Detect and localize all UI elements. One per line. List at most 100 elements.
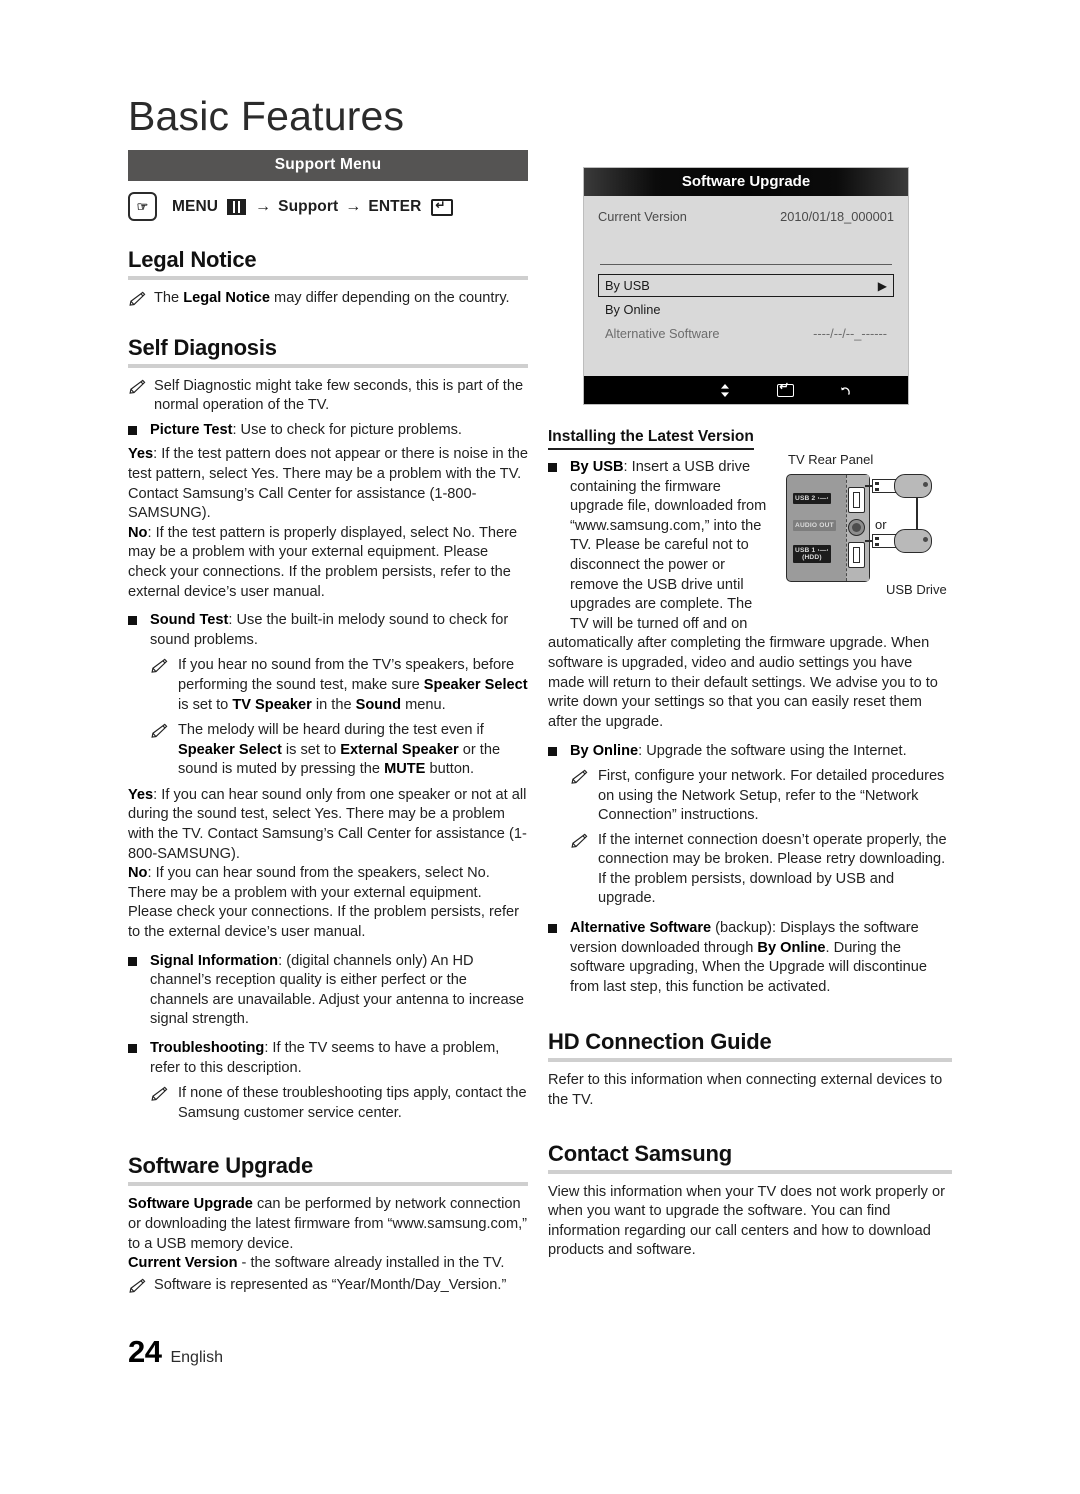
section-legal-notice: Legal Notice The Legal Notice may differ… — [128, 247, 528, 309]
picture-test-yes-label: Yes — [128, 446, 154, 463]
osd-item-alternative-software-value: ----/--/--_------ — [813, 326, 887, 341]
picture-test-yes-text: : If the test pattern does not appear or… — [128, 446, 528, 522]
osd-item-by-online[interactable]: By Online — [598, 298, 894, 321]
note-self-diagnostic-text: Self Diagnostic might take few seconds, … — [154, 377, 524, 414]
heading-self-diagnosis: Self Diagnosis — [128, 334, 277, 360]
osd-hint-enter[interactable]: Enter — [776, 382, 827, 397]
page-footer: 24 English — [128, 1334, 223, 1370]
osd-current-version-row: Current Version 2010/01/18_000001 — [584, 196, 908, 224]
page-language: English — [170, 1349, 223, 1366]
pencil-note-icon — [150, 1084, 178, 1123]
sound-test-no: No: If you can hear sound from the speak… — [128, 864, 528, 942]
heading-legal-notice: Legal Notice — [128, 247, 257, 272]
enter-key-icon — [776, 382, 794, 397]
by-usb-text: : Insert a USB drive containing the firm… — [570, 459, 767, 632]
osd-item-by-usb-label: By USB — [605, 278, 650, 293]
note-sound-2-text: The melody will be heard during the test… — [178, 722, 501, 778]
contact-samsung-text: View this information when your TV does … — [548, 1183, 945, 1259]
by-online-line: By Online: Upgrade the software using th… — [570, 742, 952, 762]
sound-test-label: Sound Test — [150, 612, 229, 629]
picture-test-line: Picture Test: Use to check for picture p… — [150, 421, 528, 441]
return-arrow-icon — [840, 386, 850, 395]
osd-footer-hints: Move Enter Return — [584, 376, 908, 404]
square-bullet-icon — [128, 611, 150, 650]
page-title: Basic Features — [128, 93, 405, 139]
pencil-note-icon — [128, 1276, 154, 1296]
support-label: Support — [278, 197, 339, 215]
caret-right-icon: ▶ — [877, 278, 887, 293]
heading-rule — [548, 1169, 952, 1174]
heading-software-upgrade: Software Upgrade — [128, 1153, 314, 1179]
pencil-note-icon — [128, 377, 154, 416]
bullet-signal-information: Signal Information: (digital channels on… — [128, 952, 528, 1030]
sound-test-no-label: No — [128, 865, 148, 882]
sound-test-no-text: : If you can hear sound from the speaker… — [128, 865, 519, 941]
section-contact-samsung: Contact Samsung View this information wh… — [548, 1141, 952, 1261]
osd-current-version-value: 2010/01/18_000001 — [780, 209, 894, 224]
heading-installing-latest-version: Installing the Latest Version — [548, 428, 754, 450]
note-software-upgrade-text: Software is represented as “Year/Month/D… — [154, 1276, 507, 1293]
bullet-by-usb: By USB: Insert a USB drive containing th… — [548, 458, 768, 634]
left-column: Support Menu ☞ MENU → Support → ENTER Le… — [128, 150, 528, 1295]
menu-path: ☞ MENU → Support → ENTER — [128, 192, 528, 221]
note-troubleshooting-text: If none of these troubleshooting tips ap… — [178, 1085, 527, 1121]
sound-test-yes: Yes: If you can hear sound only from one… — [128, 786, 528, 864]
osd-divider — [600, 264, 892, 265]
picture-test-no: No: If the test pattern is properly disp… — [128, 524, 528, 602]
osd-body: Current Version 2010/01/18_000001 By USB… — [584, 196, 908, 376]
pencil-note-icon — [570, 831, 598, 909]
note-legal-notice-text: The Legal Notice may differ depending on… — [154, 290, 510, 306]
picture-test-label: Picture Test — [150, 421, 233, 438]
hand-press-icon: ☞ — [128, 192, 157, 221]
by-usb-line: By USB: Insert a USB drive containing th… — [570, 458, 768, 634]
square-bullet-icon — [128, 1039, 150, 1078]
software-upgrade-para-1: Software Upgrade can be performed by net… — [128, 1196, 528, 1252]
square-bullet-icon — [128, 421, 150, 441]
sound-test-yes-text: : If you can hear sound only from one sp… — [128, 786, 527, 862]
section-hd-connection-guide: HD Connection Guide Refer to this inform… — [548, 1029, 952, 1110]
osd-hint-return-label: Return — [854, 384, 892, 396]
osd-hint-move-label: Move — [734, 384, 764, 396]
support-menu-bar: Support Menu — [128, 150, 528, 181]
heading-rule — [128, 276, 528, 280]
square-bullet-icon — [128, 952, 150, 1030]
section-software-upgrade: Software Upgrade Software Upgrade can be… — [128, 1153, 528, 1295]
troubleshooting-line: Troubleshooting: If the TV seems to have… — [150, 1039, 528, 1078]
note-by-online-2: If the internet connection doesn’t opera… — [570, 831, 952, 909]
osd-software-upgrade-screen: Software Upgrade Current Version 2010/01… — [584, 168, 908, 404]
enter-key-icon — [431, 198, 454, 216]
pencil-note-icon — [128, 289, 154, 309]
by-online-text: : Upgrade the software using the Interne… — [638, 743, 907, 760]
alternative-software-label: Alternative Software — [570, 920, 712, 937]
note-legal-notice: The Legal Notice may differ depending on… — [128, 289, 528, 309]
osd-title: Software Upgrade — [584, 168, 908, 196]
software-upgrade-para-2: Current Version - the software already i… — [128, 1255, 505, 1272]
osd-hint-return[interactable]: Return — [840, 384, 892, 396]
troubleshooting-label: Troubleshooting — [150, 1040, 265, 1056]
hd-connection-guide-text: Refer to this information when connectin… — [548, 1072, 943, 1109]
up-down-arrow-icon — [721, 383, 730, 397]
alternative-software-line: Alternative Software (backup): Displays … — [570, 919, 952, 997]
arrow-icon-2: → — [345, 197, 362, 215]
square-bullet-icon — [548, 742, 570, 762]
square-bullet-icon — [548, 919, 570, 997]
note-by-online-1-text: First, configure your network. For detai… — [598, 767, 945, 824]
signal-information-label: Signal Information — [150, 952, 279, 969]
signal-information-line: Signal Information: (digital channels on… — [150, 952, 528, 1030]
note-by-online-1: First, configure your network. For detai… — [570, 767, 952, 826]
osd-hint-enter-label: Enter — [797, 384, 827, 396]
bullet-sound-test: Sound Test: Use the built-in melody soun… — [128, 611, 528, 650]
pencil-note-icon — [570, 767, 598, 826]
osd-item-by-usb[interactable]: By USB ▶ — [598, 274, 894, 297]
osd-item-alternative-software[interactable]: Alternative Software ----/--/--_------ — [598, 322, 894, 345]
bullet-troubleshooting: Troubleshooting: If the TV seems to have… — [128, 1039, 528, 1078]
square-bullet-icon — [548, 458, 570, 634]
picture-test-desc: : Use to check for picture problems. — [232, 421, 462, 438]
bullet-picture-test: Picture Test: Use to check for picture p… — [128, 421, 528, 441]
sound-test-yes-label: Yes — [128, 786, 154, 803]
bullet-alternative-software: Alternative Software (backup): Displays … — [548, 919, 952, 997]
menu-label: MENU — [172, 197, 219, 215]
heading-rule — [128, 363, 528, 368]
sound-test-line: Sound Test: Use the built-in melody soun… — [150, 611, 528, 650]
osd-hint-move[interactable]: Move — [720, 383, 764, 397]
